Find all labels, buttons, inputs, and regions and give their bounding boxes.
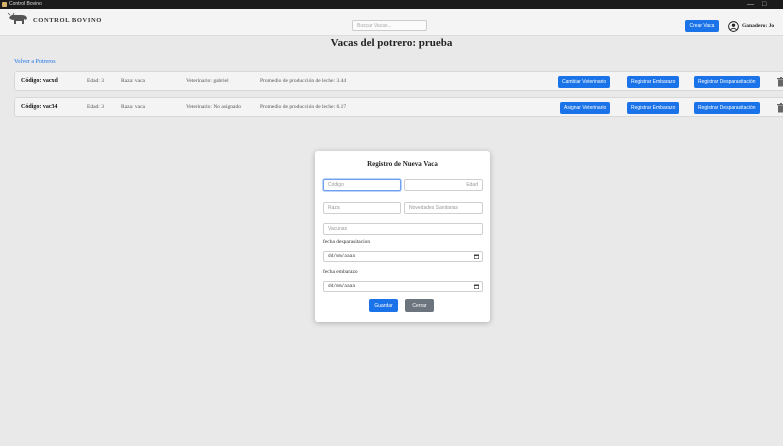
pregnancy-date-input[interactable]: dd/mm/aaaa — [323, 281, 483, 292]
user-avatar-icon — [728, 20, 739, 32]
app-header: CONTROL BOVINO Crear Vaca Ganadero: Jo — [0, 9, 783, 36]
cow-logo-icon — [7, 12, 27, 24]
minimize-icon[interactable]: — — [747, 0, 754, 9]
deworm-date-value: dd/mm/aaaa — [328, 254, 356, 259]
page-title: Vacas del potrero: prueba — [330, 37, 453, 49]
deworm-date-input[interactable]: dd/mm/aaaa — [323, 251, 483, 262]
cow-code: Código: vacxd — [21, 78, 58, 84]
trash-icon[interactable] — [777, 77, 783, 87]
cow-age: Edad: 3 — [87, 104, 104, 110]
vaccines-input[interactable] — [323, 223, 483, 235]
user-menu[interactable]: Ganadero: Jo — [728, 19, 774, 33]
cow-vet: Veterinario: No asignado — [186, 104, 241, 110]
brand-name: CONTROL BOVINO — [33, 17, 102, 24]
change-vet-button[interactable]: Cambiar Veterinario — [558, 76, 611, 88]
cow-age: Edad: 3 — [87, 78, 104, 84]
calendar-icon[interactable] — [474, 254, 479, 259]
back-to-pastures-link[interactable]: Volver a Potreros — [14, 59, 56, 65]
cow-row: Código: vac34 Edad: 3 Raza: vaca Veterin… — [14, 97, 783, 117]
modal-title: Registro de Nueva Vaca — [367, 160, 438, 168]
age-input[interactable] — [404, 179, 483, 191]
health-notes-input[interactable] — [404, 202, 483, 214]
maximize-icon[interactable]: □ — [762, 0, 766, 9]
cow-vet: Veterinario: gabriel — [186, 78, 229, 84]
assign-vet-button[interactable]: Asignar Veterinario — [560, 102, 611, 114]
window-title-bar: Control Bovino — □ — [0, 0, 783, 9]
calendar-icon[interactable] — [474, 284, 479, 289]
register-deworming-button[interactable]: Registrar Desparasitación — [694, 102, 760, 114]
code-input[interactable] — [323, 179, 401, 191]
user-label: Ganadero: Jo — [742, 23, 775, 29]
cow-code: Código: vac34 — [21, 104, 58, 110]
new-cow-modal: Registro de Nueva Vaca fecha desparasita… — [315, 151, 490, 322]
cow-row: Código: vacxd Edad: 3 Raza: vaca Veterin… — [14, 71, 783, 91]
window-title: Control Bovino — [9, 1, 42, 7]
search-input[interactable] — [352, 20, 427, 31]
register-pregnancy-button[interactable]: Registrar Embarazo — [627, 102, 680, 114]
breed-input[interactable] — [323, 202, 401, 214]
register-deworming-button[interactable]: Registrar Desparasitación — [694, 76, 760, 88]
close-button[interactable]: Cerrar — [405, 299, 434, 312]
pregnancy-date-value: dd/mm/aaaa — [328, 284, 356, 289]
save-button[interactable]: Guardar — [369, 299, 398, 312]
create-cow-button[interactable]: Crear Vaca — [685, 20, 719, 32]
trash-icon[interactable] — [777, 103, 783, 113]
cow-milk-average: Promedio de producción de leche: 3.44 — [260, 78, 347, 84]
cow-breed: Raza: vaca — [121, 78, 145, 84]
register-pregnancy-button[interactable]: Registrar Embarazo — [627, 76, 680, 88]
cow-breed: Raza: vaca — [121, 104, 145, 110]
app-icon — [2, 2, 7, 7]
cow-milk-average: Promedio de producción de leche: 6.17 — [260, 104, 347, 110]
pregnancy-date-label: fecha embarazo — [323, 269, 358, 275]
deworm-date-label: fecha desparasitacion — [323, 239, 371, 245]
